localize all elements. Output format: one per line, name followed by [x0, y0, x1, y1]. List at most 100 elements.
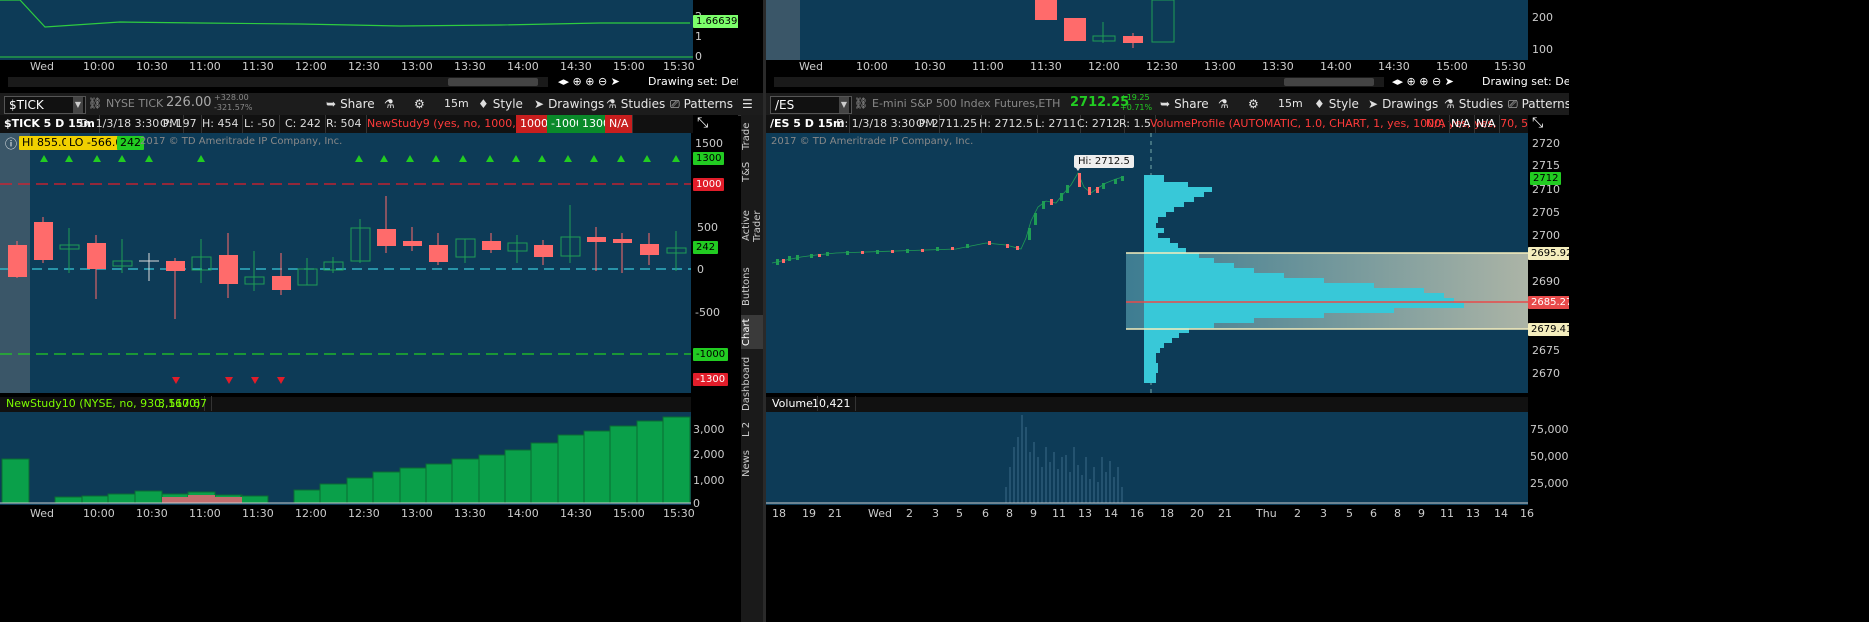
tick-y-axis[interactable]: 1500 1300 1000 500 242 0 -500 -1000 -130… [691, 133, 738, 393]
link-icon[interactable]: ⛓ [88, 97, 102, 110]
time-label: 15:30 [1494, 60, 1526, 73]
time-label: 10:30 [914, 60, 946, 73]
patterns-button[interactable]: ⎚ Patterns [1504, 93, 1575, 115]
menu-button[interactable]: ☰ [738, 93, 757, 115]
tick-chart[interactable]: ⓘ HI 855.00 LO -566.00 242 2017 © TD Ame… [0, 133, 691, 393]
top-left-chart[interactable] [0, 0, 693, 60]
studies-icon: ⚗ [1444, 97, 1455, 111]
interval-button[interactable]: 15m [1274, 93, 1307, 115]
tab-active-trader[interactable]: Active Trader [741, 195, 763, 257]
tag-1300: 1300 [693, 152, 725, 165]
y-label: 1500 [695, 137, 723, 150]
es-chart[interactable]: 2017 © TD Ameritrade IP Company, Inc. Hi… [766, 133, 1528, 393]
time-label: 13:00 [401, 507, 433, 520]
time-label: 10:00 [83, 60, 115, 73]
scroll-thumb[interactable] [448, 78, 538, 86]
time-label: 21 [1218, 507, 1232, 520]
tag-minus-1300: -1300 [693, 373, 729, 386]
hi-bubble: Hi: 2712.5 [1074, 155, 1134, 168]
time-label: 14:30 [560, 60, 592, 73]
time-label: 10:00 [83, 507, 115, 520]
top-right-scrollbar[interactable] [774, 77, 1384, 87]
time-label: 5 [1346, 507, 1353, 520]
studies-label: Studies [620, 97, 666, 111]
y-label: 2710 [1532, 183, 1560, 196]
y-label: 2715 [1532, 159, 1560, 172]
tag-minus-1000: -1000 [693, 348, 729, 361]
tab-level-2[interactable]: L 2 [741, 419, 763, 439]
style-label: Style [1328, 97, 1359, 111]
time-label: 12:30 [348, 60, 380, 73]
time-label: 21 [828, 507, 842, 520]
style-button[interactable]: ♦ Style [1310, 93, 1363, 115]
time-label: 11:30 [242, 60, 274, 73]
drawings-button[interactable]: ➤ Drawings [530, 93, 608, 115]
right-time-axis: 18 19 21 Wed 2 3 5 6 8 9 11 13 14 16 18 … [766, 507, 1569, 522]
time-label: 12:00 [1088, 60, 1120, 73]
share-button[interactable]: ➥ Share [1156, 93, 1213, 115]
time-label: 14:00 [507, 60, 539, 73]
settings-button[interactable]: ⚙ [410, 93, 429, 115]
time-label: 11 [1440, 507, 1454, 520]
time-label: 13:30 [454, 60, 486, 73]
volume-y-axis: 75,000 50,000 25,000 [1528, 397, 1569, 505]
time-label: 6 [982, 507, 989, 520]
change-bottom: -321.57% [214, 103, 253, 112]
time-label: 13 [1466, 507, 1480, 520]
symbol-input[interactable]: $TICK ▼ [4, 96, 86, 114]
link-icon[interactable]: ⛓ [854, 97, 868, 110]
style-icon: ♦ [1314, 97, 1325, 111]
es-y-axis[interactable]: 2720 2715 2712 2710 2705 2700 2695.92 26… [1528, 133, 1576, 393]
style-button[interactable]: ♦ Style [474, 93, 527, 115]
patterns-icon: ⎚ [670, 97, 680, 111]
patterns-button[interactable]: ⎚ Patterns [666, 93, 737, 115]
y-label: 25,000 [1530, 477, 1569, 490]
y-label: 2720 [1532, 137, 1560, 150]
time-label: 14:00 [507, 507, 539, 520]
drawings-button[interactable]: ➤ Drawings [1364, 93, 1442, 115]
time-label: 13:30 [454, 507, 486, 520]
symbol-input[interactable]: /ES ▼ [770, 96, 852, 114]
settings-button[interactable]: ⚙ [1244, 93, 1263, 115]
flask-button[interactable]: ⚗ [1214, 93, 1233, 115]
drawings-label: Drawings [1382, 97, 1439, 111]
time-label: 18 [1160, 507, 1174, 520]
share-icon: ➥ [326, 97, 337, 111]
time-label: 13 [1078, 507, 1092, 520]
flask-button[interactable]: ⚗ [380, 93, 399, 115]
cursor-icon: ➤ [1368, 97, 1379, 111]
collapse-icon[interactable]: ⤡ [1532, 115, 1543, 131]
exchange-label: NYSE TICK [106, 97, 164, 110]
study-chart[interactable]: NewStudy10 (NYSE, no, 930, 1600) 3,517.6… [0, 396, 691, 505]
time-label: Wed [868, 507, 892, 520]
status-low: L: -50 [240, 115, 281, 133]
studies-button[interactable]: ⚗ Studies [602, 93, 669, 115]
top-right-chart[interactable] [766, 0, 1528, 60]
tab-chart[interactable]: Chart [741, 315, 763, 349]
studies-button[interactable]: ⚗ Studies [1440, 93, 1507, 115]
y-label: 0 [697, 263, 704, 276]
time-label: 12:30 [348, 507, 380, 520]
scroll-zoom-controls[interactable]: ◂▸ ⊕ ⊕ ⊖ ➤ [558, 75, 620, 88]
y-label: 2705 [1532, 206, 1560, 219]
scroll-zoom-controls[interactable]: ◂▸ ⊕ ⊕ ⊖ ➤ [1392, 75, 1454, 88]
time-label: 3 [932, 507, 939, 520]
top-left-scrollbar[interactable] [8, 77, 548, 87]
share-button[interactable]: ➥ Share [322, 93, 379, 115]
collapse-icon[interactable]: ⤡ [697, 115, 708, 131]
volume-chart[interactable]: Volume 10,421 [766, 396, 1528, 505]
tab-dashboard[interactable]: Dashboard [741, 357, 763, 411]
interval-button[interactable]: 15m [440, 93, 473, 115]
chevron-down-icon[interactable]: ▼ [839, 97, 849, 113]
tab-news[interactable]: News [741, 449, 763, 477]
time-label: 19 [802, 507, 816, 520]
time-label: Wed [30, 60, 54, 73]
tab-buttons[interactable]: Buttons [741, 267, 763, 307]
time-label: 11:00 [189, 507, 221, 520]
y-label: -500 [695, 306, 720, 319]
scroll-thumb[interactable] [1284, 78, 1374, 86]
tab-time-and-sales[interactable]: T&S [741, 161, 763, 183]
chevron-down-icon[interactable]: ▼ [73, 97, 83, 113]
tab-trade[interactable]: Trade [741, 121, 763, 151]
status-high: H: 2712.5 [975, 115, 1038, 133]
